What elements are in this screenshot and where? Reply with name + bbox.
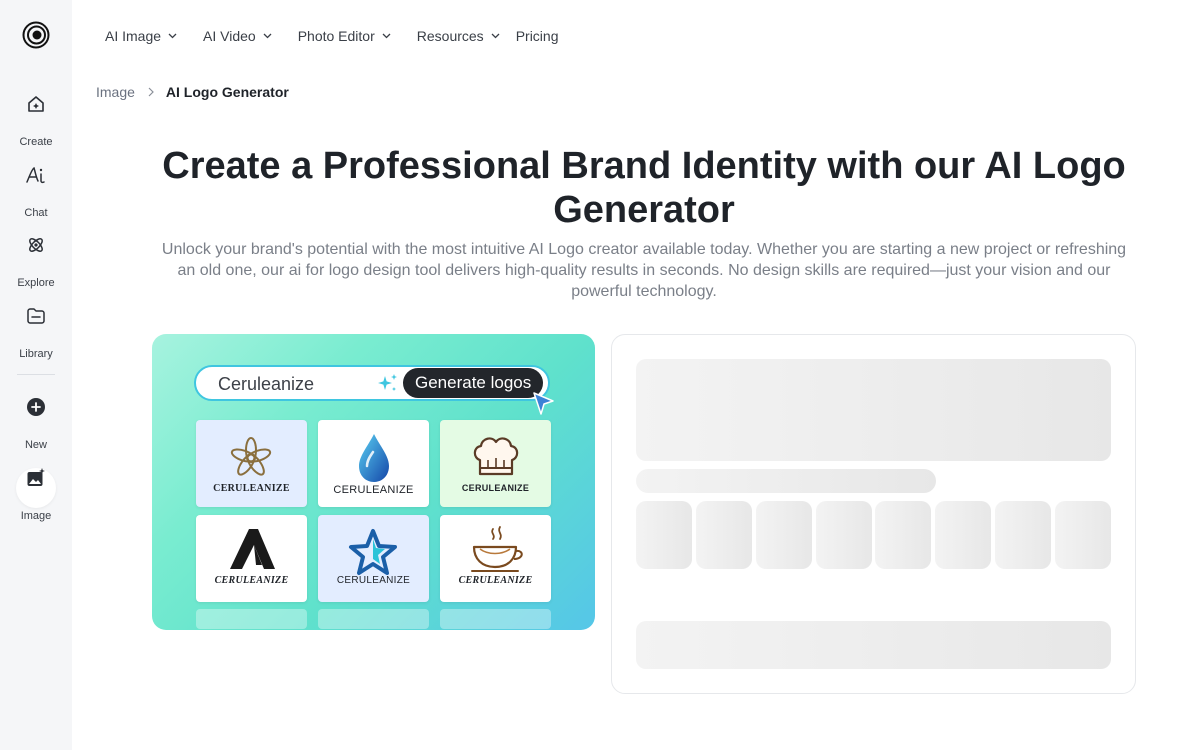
chevron-down-icon <box>263 33 272 39</box>
atom-icon <box>16 235 56 275</box>
skeleton-chip <box>756 501 812 569</box>
sparkle-icon <box>378 374 397 391</box>
coffee-cup-icon <box>471 526 523 572</box>
sidebar-item-label: Create <box>19 136 53 148</box>
ai-chat-icon <box>16 165 56 205</box>
folder-icon <box>16 306 56 346</box>
chevron-down-icon <box>491 33 500 39</box>
sidebar-item-label: Chat <box>24 207 48 219</box>
sidebar: Create Chat Explore Library New Image <box>0 0 72 750</box>
skeleton-block-large <box>636 359 1111 461</box>
skeleton-chip <box>816 501 872 569</box>
nav-item-label: AI Video <box>203 28 256 44</box>
mountain-a-icon <box>230 529 275 569</box>
nav-item-photo-editor[interactable]: Photo Editor <box>298 28 391 44</box>
nav-item-pricing[interactable]: Pricing <box>516 28 559 44</box>
nav-item-label: Pricing <box>515 28 559 44</box>
sidebar-item-chat[interactable]: Chat <box>0 155 72 219</box>
brand-name-value: Ceruleanize <box>218 374 315 394</box>
logo-tile[interactable]: CERULEANIZE <box>196 420 307 507</box>
sidebar-item-create[interactable]: Create <box>0 84 72 148</box>
page-title: Create a Professional Brand Identity wit… <box>162 145 1126 231</box>
skeleton-chip <box>935 501 991 569</box>
logo-brand-text: CERULEANIZE <box>336 575 411 586</box>
logo-brand-text: CERULEANIZE <box>214 575 289 586</box>
top-navigation: AI Image AI Video Photo Editor Resources… <box>105 26 558 46</box>
logo-tile[interactable]: CERULEANIZE <box>318 420 429 507</box>
nav-item-label: Resources <box>416 28 484 44</box>
skeleton-line <box>636 469 936 493</box>
logo-tile[interactable]: CERULEANIZE <box>440 420 551 507</box>
logo-brand-text: CERULEANIZE <box>333 484 414 496</box>
breadcrumb: Image AI Logo Generator <box>96 84 289 100</box>
sidebar-item-new[interactable]: New <box>0 387 72 451</box>
chevron-right-icon <box>148 87 154 97</box>
skeleton-chip <box>875 501 931 569</box>
nav-item-label: AI Image <box>105 28 162 44</box>
logo-tile[interactable]: CERULEANIZE <box>196 515 307 602</box>
sidebar-item-label: Library <box>19 348 53 360</box>
breadcrumb-link-image[interactable]: Image <box>96 84 135 100</box>
nav-item-ai-image[interactable]: AI Image <box>105 28 177 44</box>
chef-hat-icon <box>473 437 519 476</box>
home-sparkle-icon <box>16 94 56 134</box>
loading-skeleton-panel <box>611 334 1136 694</box>
logo-brand-text: CERULEANIZE <box>213 483 290 494</box>
chevron-down-icon <box>168 33 177 39</box>
plus-circle-icon <box>16 397 56 437</box>
sidebar-item-label: Explore <box>17 277 55 289</box>
generate-logos-button[interactable]: Generate logos <box>403 368 544 398</box>
skeleton-chip <box>1055 501 1111 569</box>
skeleton-chip <box>696 501 752 569</box>
skeleton-chip <box>995 501 1051 569</box>
logo-preview-card: Ceruleanize Generate logos CERULEANIZE C… <box>152 334 595 630</box>
image-sparkle-icon <box>16 468 56 508</box>
sidebar-item-image[interactable]: Image <box>0 458 72 522</box>
nav-item-ai-video[interactable]: AI Video <box>203 28 272 44</box>
logo-tile-placeholder <box>196 609 307 629</box>
sidebar-item-explore[interactable]: Explore <box>0 225 72 289</box>
nav-item-label: Photo Editor <box>297 28 375 44</box>
logo-brand-text: CERULEANIZE <box>458 575 533 586</box>
logo-tile[interactable]: CERULEANIZE <box>318 515 429 602</box>
nav-item-resources[interactable]: Resources <box>417 28 500 44</box>
sidebar-item-label: New <box>24 439 47 451</box>
logo-tile-placeholder <box>440 609 551 629</box>
chevron-down-icon <box>382 33 391 39</box>
skeleton-chip <box>636 501 692 569</box>
breadcrumb-current: AI Logo Generator <box>165 84 289 100</box>
star-icon <box>349 529 397 575</box>
brand-name-input[interactable]: Ceruleanize Generate logos <box>194 365 550 401</box>
sidebar-item-label: Image <box>20 510 52 522</box>
skeleton-button <box>636 621 1111 669</box>
logo-brand-text: CERULEANIZE <box>461 483 530 493</box>
logo-tile[interactable]: CERULEANIZE <box>440 515 551 602</box>
pointer-cursor-icon <box>533 392 554 415</box>
sidebar-divider <box>17 374 55 375</box>
sidebar-item-library[interactable]: Library <box>0 296 72 360</box>
app-logo-icon[interactable] <box>22 21 50 49</box>
logo-tile-placeholder <box>318 609 429 629</box>
page-description: Unlock your brand's potential with the m… <box>161 241 1127 300</box>
